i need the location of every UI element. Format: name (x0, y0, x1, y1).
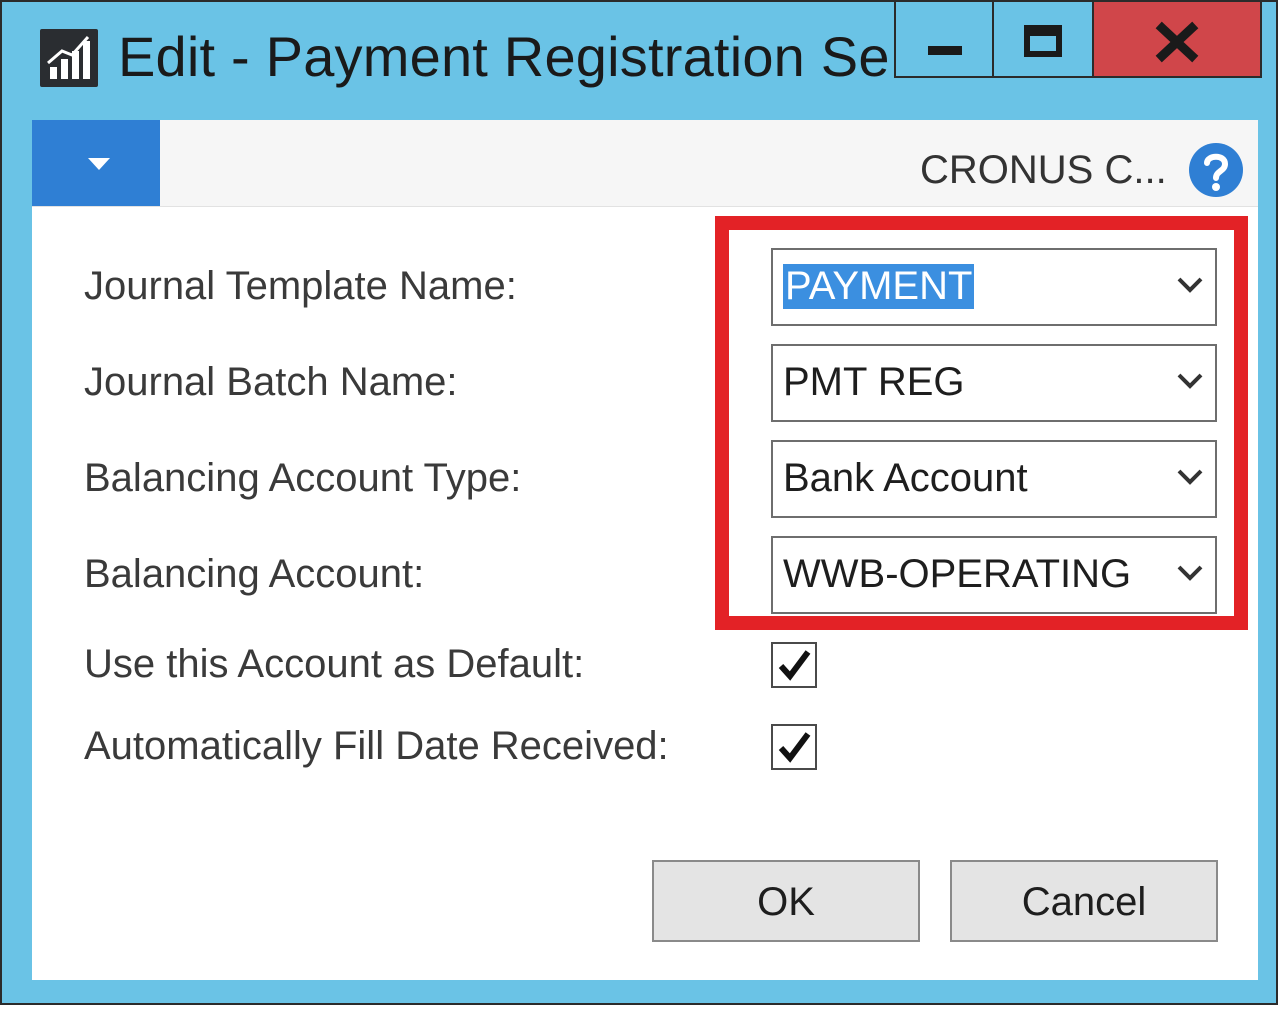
close-icon (1155, 21, 1199, 63)
chevron-down-icon[interactable] (1177, 276, 1203, 294)
auto-fill-date-label: Automatically Fill Date Received: (84, 724, 669, 768)
close-button[interactable] (1094, 2, 1262, 78)
journal-template-name-label: Journal Template Name: (84, 264, 517, 308)
chevron-down-icon (88, 158, 110, 170)
journal-batch-name-label: Journal Batch Name: (84, 360, 458, 404)
use-account-default-checkbox[interactable] (771, 642, 817, 688)
chevron-down-icon[interactable] (1177, 468, 1203, 486)
help-icon[interactable] (1188, 142, 1244, 198)
balancing-account-value: WWB-OPERATING (783, 552, 1132, 596)
auto-fill-date-checkbox[interactable] (771, 724, 817, 770)
balancing-account-type-label: Balancing Account Type: (84, 456, 522, 500)
balancing-account-type-field[interactable]: Bank Account (771, 440, 1217, 518)
balancing-account-field[interactable]: WWB-OPERATING (771, 536, 1217, 614)
journal-template-name-field[interactable]: PAYMENT (771, 248, 1217, 326)
minimize-icon (928, 46, 962, 55)
maximize-button[interactable] (994, 2, 1094, 78)
dialog-window: Edit - Payment Registration Se... CRONUS… (0, 0, 1278, 1005)
journal-template-name-value: PAYMENT (783, 264, 975, 309)
balancing-account-type-value: Bank Account (783, 456, 1028, 500)
journal-batch-name-value: PMT REG (783, 360, 965, 404)
maximize-icon (1024, 25, 1062, 57)
menu-dropdown-button[interactable] (32, 120, 160, 206)
journal-batch-name-field[interactable]: PMT REG (771, 344, 1217, 422)
dialog-content: CRONUS C... Journal Template Name: PAYME… (32, 120, 1258, 980)
use-account-default-label: Use this Account as Default: (84, 642, 585, 686)
ok-button[interactable]: OK (652, 860, 920, 942)
checkmark-icon (778, 732, 811, 763)
balancing-account-label: Balancing Account: (84, 552, 425, 596)
checkmark-icon (778, 650, 811, 681)
minimize-button[interactable] (894, 2, 994, 78)
chevron-down-icon[interactable] (1177, 564, 1203, 582)
window-title: Edit - Payment Registration Se... (118, 25, 937, 88)
chevron-down-icon[interactable] (1177, 372, 1203, 390)
app-chart-icon (40, 29, 98, 87)
company-name: CRONUS C... (920, 148, 1167, 192)
cancel-button[interactable]: Cancel (950, 860, 1218, 942)
ribbon-bar: CRONUS C... (32, 120, 1258, 207)
